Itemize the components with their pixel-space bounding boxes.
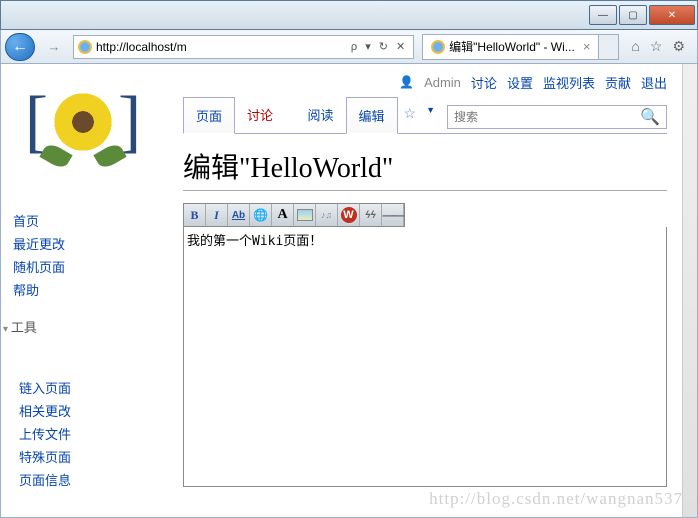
tab-read[interactable]: 阅读: [295, 97, 345, 133]
tools-header[interactable]: 工具: [3, 317, 159, 336]
media-button[interactable]: ♪♫: [316, 204, 338, 226]
favorites-icon[interactable]: ☆: [650, 38, 663, 55]
main-area: 👤 Admin 讨论 设置 监视列表 贡献 退出 页面 讨论 阅读 编辑 ☆ ▼…: [171, 64, 683, 517]
nav-list: 首页 最近更改 随机页面 帮助: [13, 209, 159, 301]
tool-links[interactable]: 链入页面: [13, 376, 159, 399]
user-watchlist[interactable]: 监视列表: [543, 73, 595, 92]
tools-list: 链入页面 相关更改 上传文件 特殊页面 页面信息: [13, 376, 159, 491]
browser-tabs: 编辑"HelloWorld" - Wi... ×: [422, 34, 619, 60]
user-talk[interactable]: 讨论: [471, 73, 497, 92]
address-bar[interactable]: ρ ▾ ↻ ✕: [73, 35, 414, 59]
window-titlebar: — ▢ ✕: [0, 0, 698, 30]
gear-icon[interactable]: ⚙: [672, 38, 685, 55]
close-button[interactable]: ✕: [649, 5, 695, 25]
sidebar: [] 首页 最近更改 随机页面 帮助 工具 链入页面 相关更改 上传文件 特殊页…: [1, 64, 171, 517]
tab-title: 编辑"HelloWorld" - Wi...: [449, 38, 575, 55]
user-icon: 👤: [399, 75, 414, 89]
tool-related[interactable]: 相关更改: [13, 399, 159, 422]
internal-link-button[interactable]: Ab: [228, 204, 250, 226]
heading-button[interactable]: A: [272, 204, 294, 226]
edit-toolbar: B I Ab 🌐 A ♪♫ ϟϟ ——: [183, 203, 405, 227]
tab-page[interactable]: 页面: [183, 97, 235, 134]
tab-talk[interactable]: 讨论: [235, 97, 285, 133]
stop-icon[interactable]: ✕: [392, 40, 409, 53]
dropdown-icon[interactable]: ▾: [361, 40, 375, 53]
italic-button[interactable]: I: [206, 204, 228, 226]
external-link-button[interactable]: 🌐: [250, 204, 272, 226]
user-contrib[interactable]: 贡献: [605, 73, 631, 92]
wiki-logo[interactable]: []: [13, 74, 153, 169]
page-tabs: 页面 讨论 阅读 编辑 ☆ ▼ 🔍: [183, 100, 667, 134]
image-button[interactable]: [294, 204, 316, 226]
search-input[interactable]: [448, 110, 634, 124]
nav-help[interactable]: 帮助: [13, 278, 159, 301]
browser-navbar: ← → ρ ▾ ↻ ✕ 编辑"HelloWorld" - Wi... × ⌂ ☆…: [0, 30, 698, 64]
user-bar: 👤 Admin 讨论 设置 监视列表 贡献 退出: [183, 64, 667, 100]
tool-info[interactable]: 页面信息: [13, 468, 159, 491]
user-prefs[interactable]: 设置: [507, 73, 533, 92]
user-logout[interactable]: 退出: [641, 73, 667, 92]
search-box[interactable]: 🔍: [447, 105, 667, 129]
maximize-button[interactable]: ▢: [619, 5, 647, 25]
more-dropdown-icon[interactable]: ▼: [422, 97, 439, 133]
edit-textarea[interactable]: [183, 227, 667, 487]
tool-special[interactable]: 特殊页面: [13, 445, 159, 468]
hr-button[interactable]: ——: [382, 204, 404, 226]
home-icon[interactable]: ⌂: [631, 38, 639, 55]
nav-recent[interactable]: 最近更改: [13, 232, 159, 255]
ie-icon: [431, 40, 445, 54]
user-link[interactable]: Admin: [424, 75, 461, 90]
page-title: 编辑"HelloWorld": [183, 134, 667, 191]
nav-main[interactable]: 首页: [13, 209, 159, 232]
browser-tab[interactable]: 编辑"HelloWorld" - Wi... ×: [422, 34, 599, 60]
nowiki-button[interactable]: [338, 204, 360, 226]
new-tab-button[interactable]: [599, 34, 619, 60]
tool-upload[interactable]: 上传文件: [13, 422, 159, 445]
url-input[interactable]: [96, 40, 347, 54]
back-button[interactable]: ←: [5, 33, 35, 61]
tab-close-icon[interactable]: ×: [583, 39, 591, 54]
page-content: [] 首页 最近更改 随机页面 帮助 工具 链入页面 相关更改 上传文件 特殊页…: [0, 64, 698, 518]
forward-button: →: [39, 33, 69, 61]
ie-icon: [78, 40, 92, 54]
signature-button[interactable]: ϟϟ: [360, 204, 382, 226]
minimize-button[interactable]: —: [589, 5, 617, 25]
bold-button[interactable]: B: [184, 204, 206, 226]
watch-star-icon[interactable]: ☆: [398, 97, 423, 133]
refresh-icon[interactable]: ↻: [375, 40, 392, 53]
tab-edit[interactable]: 编辑: [346, 97, 398, 134]
search-icon[interactable]: ρ: [347, 41, 361, 53]
search-icon[interactable]: 🔍: [634, 107, 666, 127]
nav-random[interactable]: 随机页面: [13, 255, 159, 278]
